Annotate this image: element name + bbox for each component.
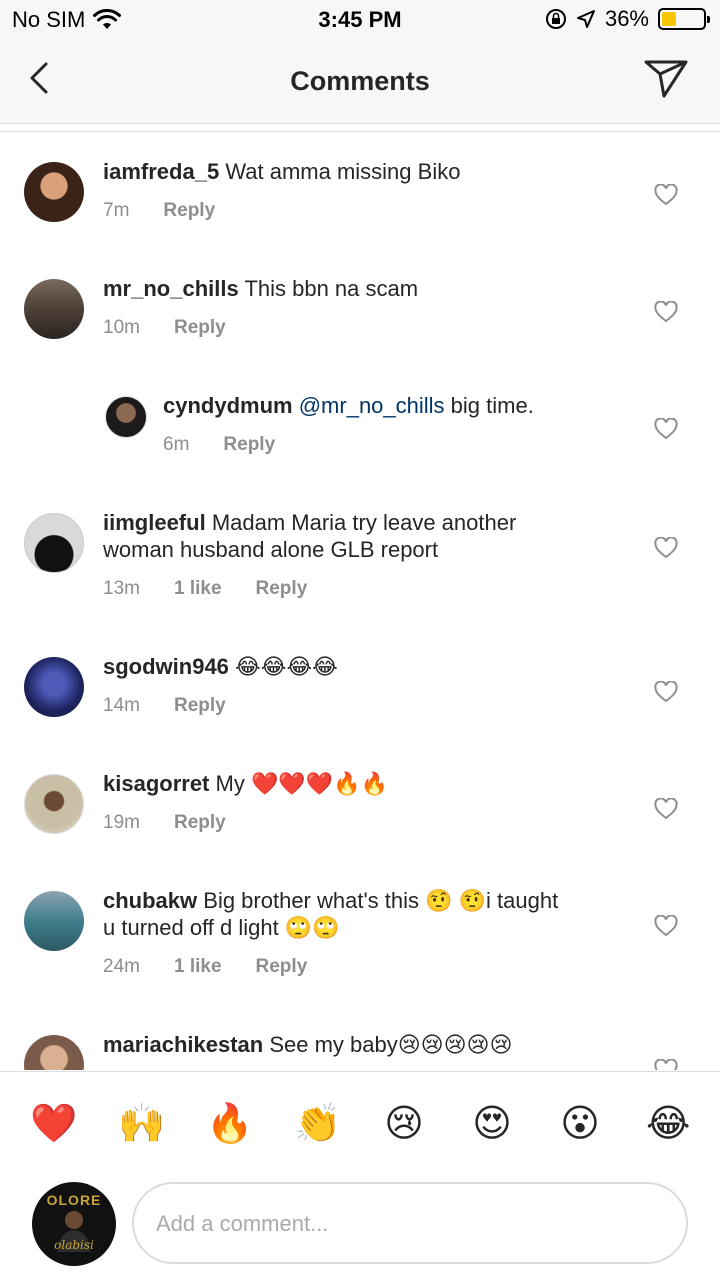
avatar[interactable] <box>24 279 84 339</box>
page-title: Comments <box>290 66 430 96</box>
avatar-figure <box>58 1211 90 1252</box>
comment-text-line2: u turned off d light 🙄🙄 <box>103 915 340 940</box>
comment-username[interactable]: chubakw <box>103 888 197 913</box>
comment-composer <box>132 1182 688 1264</box>
comment-username[interactable]: iamfreda_5 <box>103 159 219 184</box>
reply-button[interactable]: Reply <box>174 812 226 834</box>
comment-username[interactable]: kisagorret <box>103 771 209 796</box>
heart-icon[interactable] <box>654 798 678 820</box>
emoji-surprised-face[interactable]: 😮 <box>558 1102 602 1146</box>
comment-text: Madam Maria try leave another <box>211 510 517 535</box>
comment-text-line2: woman husband alone GLB report <box>103 537 439 562</box>
emoji-quick-bar: ❤️ 🙌 🔥 👏 😢 😍 😮 😂 <box>0 1071 720 1171</box>
reply-button[interactable]: Reply <box>174 317 226 339</box>
avatar[interactable] <box>24 774 84 834</box>
comment-username[interactable]: mr_no_chills <box>103 276 239 301</box>
avatar[interactable] <box>105 396 147 438</box>
avatar[interactable] <box>24 162 84 222</box>
comment-list[interactable]: iamfreda_5 Wat amma missing Biko 7m Repl… <box>0 132 720 1070</box>
emoji-red-heart[interactable]: ❤️ <box>30 1102 77 1146</box>
heart-icon[interactable] <box>654 537 678 559</box>
heart-icon[interactable] <box>654 418 678 440</box>
reply-button[interactable]: Reply <box>163 200 215 222</box>
comment-text: My ❤️❤️❤️🔥🔥 <box>215 771 388 796</box>
comment-text: Big brother what's this 🤨 🤨i taught <box>203 888 559 913</box>
emoji-clapping-hands[interactable]: 👏 <box>294 1102 341 1146</box>
comment-input[interactable] <box>156 1204 656 1244</box>
status-bar: No SIM 3:45 PM 36% <box>0 0 720 40</box>
heart-icon[interactable] <box>654 681 678 703</box>
comment-time: 10m <box>103 317 140 338</box>
reply-button[interactable]: Reply <box>256 578 308 600</box>
comment-username[interactable]: mariachikestan <box>103 1032 263 1057</box>
avatar-script-text: olabisi <box>54 1238 94 1252</box>
reply-button[interactable]: Reply <box>174 695 226 717</box>
battery-percent: 36% <box>604 6 649 31</box>
emoji-crying-face[interactable]: 😢 <box>382 1102 426 1146</box>
reply-button[interactable]: Reply <box>256 956 308 978</box>
status-right: 36% <box>545 6 710 32</box>
battery-level <box>662 12 676 26</box>
send-icon[interactable] <box>642 56 690 100</box>
emoji-raised-hands[interactable]: 🙌 <box>118 1102 165 1146</box>
comment-time: 6m <box>163 434 190 455</box>
comment-text: big time. <box>450 393 534 418</box>
avatar[interactable] <box>24 513 84 573</box>
reply-button[interactable]: Reply <box>223 434 275 456</box>
likes-count[interactable]: 1 like <box>174 956 222 978</box>
comment-text: This bbn na scam <box>244 276 419 301</box>
comment-username[interactable]: sgodwin946 <box>103 654 229 679</box>
avatar[interactable] <box>24 891 84 951</box>
heart-icon[interactable] <box>654 301 678 323</box>
comment-text: See my baby😢😢😢😢😢 <box>269 1032 513 1057</box>
orientation-lock-icon <box>545 9 566 29</box>
emoji-tears-of-joy[interactable]: 😂 <box>646 1102 690 1146</box>
heart-icon[interactable] <box>654 1059 678 1070</box>
comment-username[interactable]: iimgleeful <box>103 510 206 535</box>
header-bar: Comments <box>0 40 720 124</box>
avatar[interactable] <box>24 657 84 717</box>
comment-time: 13m <box>103 578 140 599</box>
comment-time: 24m <box>103 956 140 977</box>
comment-text: Wat amma missing Biko <box>225 159 461 184</box>
current-user-avatar: OLORE olabisi <box>32 1182 116 1266</box>
mention-link[interactable]: @mr_no_chills <box>299 393 445 418</box>
likes-count[interactable]: 1 like <box>174 578 222 600</box>
comment-username[interactable]: cyndydmum <box>163 393 293 418</box>
avatar[interactable] <box>24 1035 84 1070</box>
comment-text: 😂😂😂😂 <box>235 654 338 679</box>
comment-time: 14m <box>103 695 140 716</box>
emoji-fire[interactable]: 🔥 <box>206 1102 253 1146</box>
heart-icon[interactable] <box>654 184 678 206</box>
heart-icon[interactable] <box>654 915 678 937</box>
comment-time: 7m <box>103 200 130 221</box>
battery-icon <box>658 8 710 30</box>
emoji-heart-eyes[interactable]: 😍 <box>470 1102 514 1146</box>
comment-time: 19m <box>103 812 140 833</box>
location-icon <box>576 10 595 28</box>
